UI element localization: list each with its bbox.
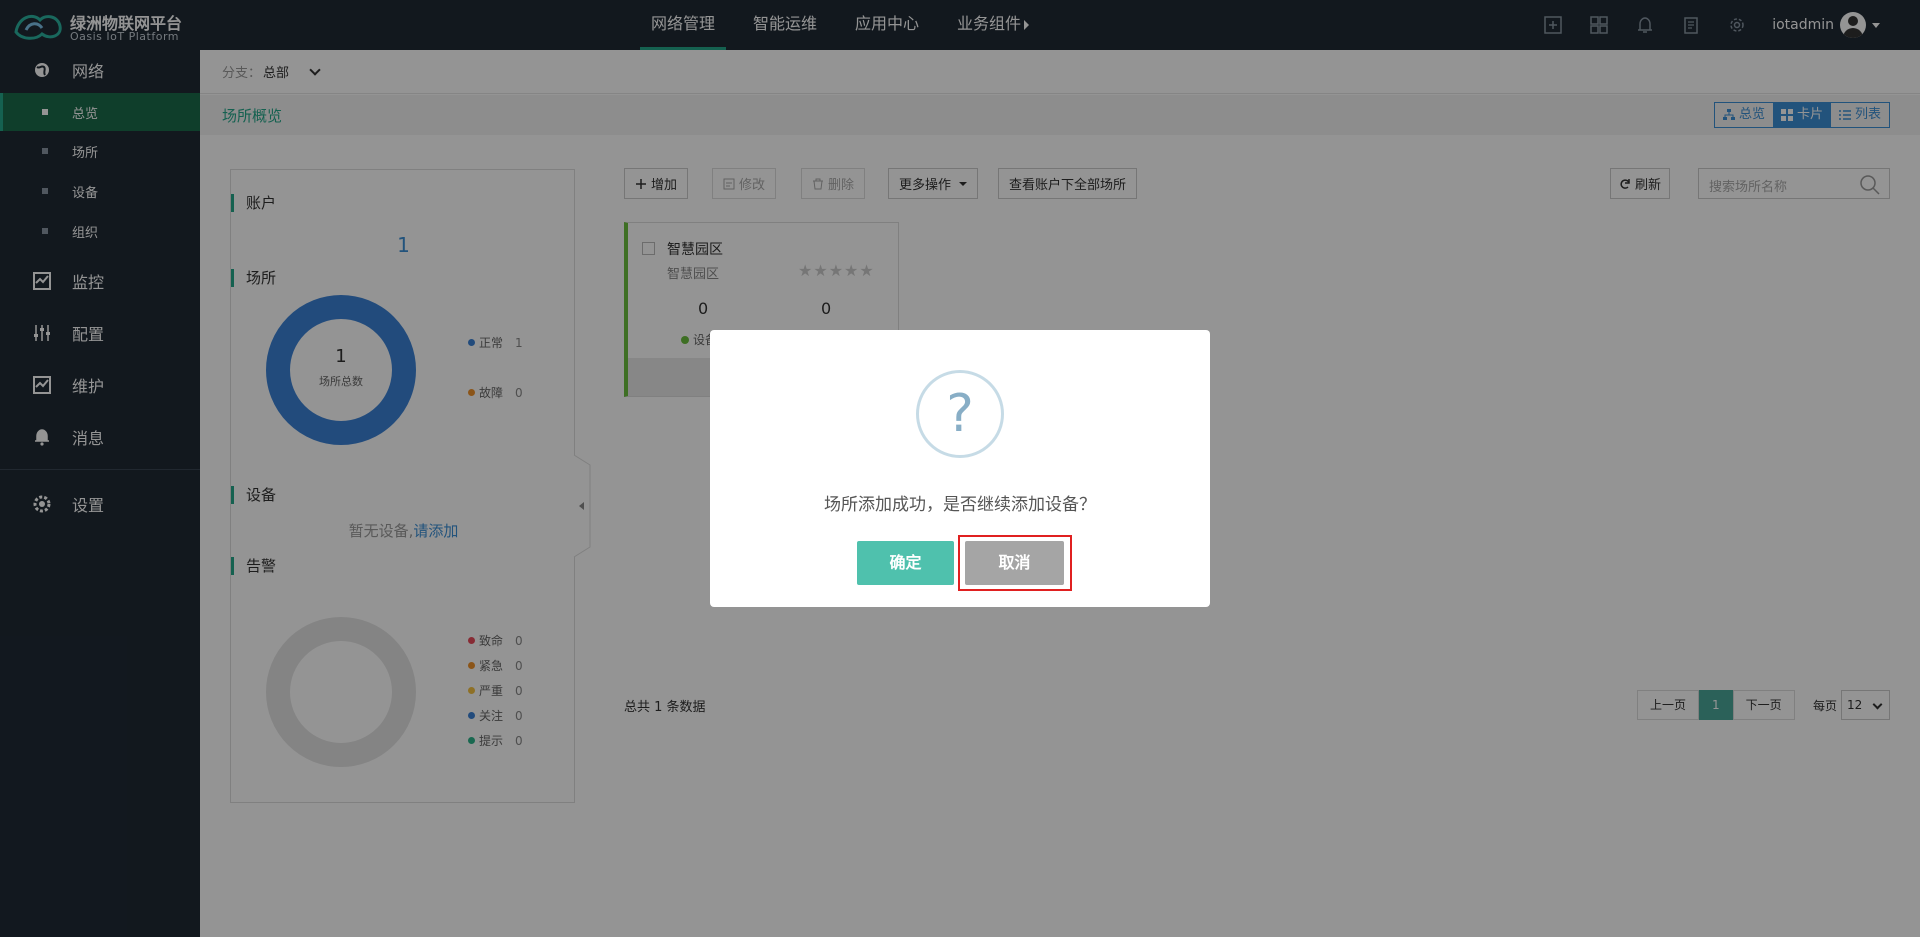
confirm-button[interactable]: 确定 — [857, 541, 954, 585]
confirm-dialog: ? 场所添加成功，是否继续添加设备？ 确定 取消 — [710, 330, 1210, 607]
cancel-highlight-box — [958, 535, 1072, 591]
question-icon: ? — [916, 370, 1004, 458]
dialog-message: 场所添加成功，是否继续添加设备？ — [824, 495, 1096, 515]
